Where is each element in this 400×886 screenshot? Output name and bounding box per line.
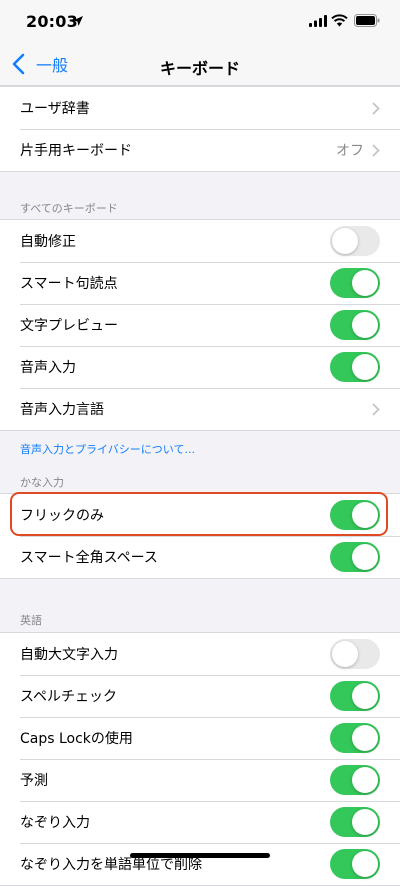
auto-capitalization-row: 自動大文字入力 xyxy=(0,633,400,675)
one-handed-keyboard-row[interactable]: 片手用キーボード オフ xyxy=(0,129,400,171)
dictation-row: 音声入力 xyxy=(0,346,400,388)
chevron-right-icon xyxy=(372,102,380,114)
row-label: 音声入力言語 xyxy=(20,402,104,418)
status-time: 20:03 xyxy=(26,12,78,31)
section-header-all-keyboards: すべてのキーボード xyxy=(20,202,118,215)
status-bar: 20:03 xyxy=(0,0,400,44)
smart-punctuation-toggle[interactable] xyxy=(330,268,380,298)
row-label: 片手用キーボード xyxy=(20,143,132,159)
delete-slide-to-type-by-word-toggle[interactable] xyxy=(330,849,380,879)
dictation-toggle[interactable] xyxy=(330,352,380,382)
all-keyboards-group: 自動修正 スマート句読点 文字プレビュー 音声入力 音声入力言語 xyxy=(0,219,400,431)
row-label: 文字プレビュー xyxy=(20,318,118,334)
row-value: オフ xyxy=(336,143,364,159)
auto-correct-toggle[interactable] xyxy=(330,226,380,256)
wifi-icon xyxy=(331,14,348,27)
page-title: キーボード xyxy=(159,59,240,78)
section-header-kana: かな入力 xyxy=(20,476,64,489)
row-label: スマート全角スペース xyxy=(20,550,158,566)
character-preview-toggle[interactable] xyxy=(330,310,380,340)
signal-icon xyxy=(309,15,327,27)
row-label: 自動修正 xyxy=(20,234,76,250)
user-dictionary-row[interactable]: ユーザ辞書 xyxy=(0,87,400,129)
auto-correct-row: 自動修正 xyxy=(0,220,400,262)
row-label: 音声入力 xyxy=(20,360,76,376)
general-group: ユーザ辞書 片手用キーボード オフ xyxy=(0,86,400,172)
smart-punctuation-row: スマート句読点 xyxy=(0,262,400,304)
row-label: 予測 xyxy=(20,773,48,789)
row-label: スペルチェック xyxy=(20,689,118,705)
location-arrow-icon xyxy=(73,16,83,26)
smart-fullwidth-space-toggle[interactable] xyxy=(330,542,380,572)
smart-fullwidth-space-row: スマート全角スペース xyxy=(0,536,400,578)
caps-lock-row: Caps Lockの使用 xyxy=(0,717,400,759)
row-label: 自動大文字入力 xyxy=(20,647,118,663)
section-header-english: 英語 xyxy=(20,614,42,627)
slide-to-type-toggle[interactable] xyxy=(330,807,380,837)
row-label: ユーザ辞書 xyxy=(20,101,90,117)
row-label: スマート句読点 xyxy=(20,276,118,292)
chevron-right-icon xyxy=(372,403,380,415)
spell-check-toggle[interactable] xyxy=(330,681,380,711)
dictation-language-row[interactable]: 音声入力言語 xyxy=(0,388,400,430)
predictive-row: 予測 xyxy=(0,759,400,801)
english-group: 自動大文字入力 スペルチェック Caps Lockの使用 予測 なぞり入力 なぞ… xyxy=(0,632,400,886)
battery-icon xyxy=(354,14,380,27)
row-label: Caps Lockの使用 xyxy=(20,731,133,747)
auto-capitalization-toggle[interactable] xyxy=(330,639,380,669)
spell-check-row: スペルチェック xyxy=(0,675,400,717)
slide-to-type-row: なぞり入力 xyxy=(0,801,400,843)
character-preview-row: 文字プレビュー xyxy=(0,304,400,346)
caps-lock-toggle[interactable] xyxy=(330,723,380,753)
home-indicator xyxy=(130,853,270,858)
row-label: なぞり入力 xyxy=(20,815,90,831)
dictation-privacy-link[interactable]: 音声入力とプライバシーについて... xyxy=(20,441,195,457)
predictive-toggle[interactable] xyxy=(330,765,380,795)
delete-slide-to-type-by-word-row: なぞり入力を単語単位で削除 xyxy=(0,843,400,885)
highlight-annotation xyxy=(10,492,388,536)
chevron-right-icon xyxy=(372,144,380,156)
navigation-bar: 一般 キーボード xyxy=(0,44,400,86)
